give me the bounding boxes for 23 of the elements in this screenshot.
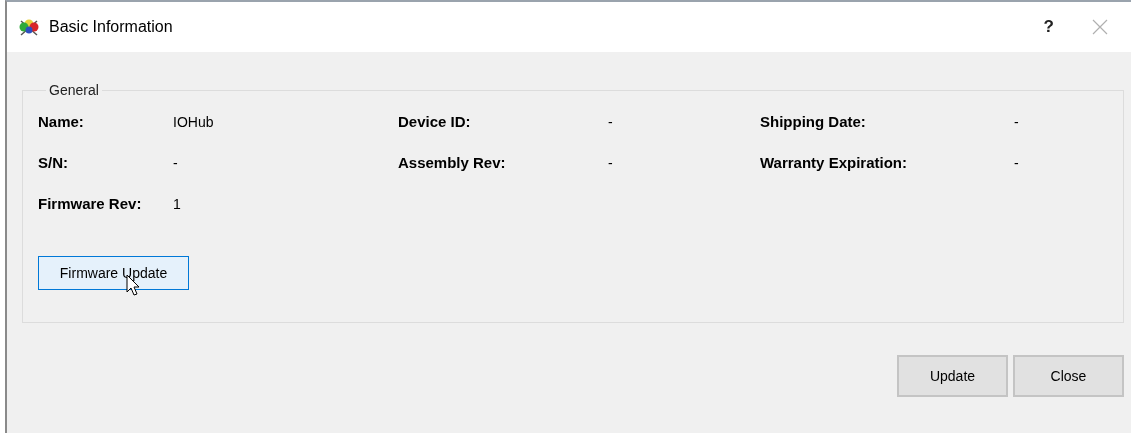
field-label: Device ID: (398, 112, 472, 132)
field-value: - (608, 154, 614, 173)
field-value: - (1014, 113, 1020, 132)
close-icon (1092, 19, 1108, 35)
field-label: Firmware Rev: (38, 194, 143, 214)
field-value: - (1014, 154, 1020, 173)
field-value: - (608, 113, 614, 132)
firmware-update-button[interactable]: Firmware Update (38, 256, 189, 290)
field-label: Shipping Date: (760, 112, 867, 132)
color-balls-icon (18, 18, 40, 36)
field-value: - (173, 154, 179, 173)
field-value: IOHub (173, 113, 215, 132)
field-value: 1 (173, 195, 182, 214)
field-label: Assembly Rev: (398, 153, 507, 173)
window-title: Basic Information (49, 18, 174, 36)
close-button[interactable] (1092, 19, 1108, 35)
help-button[interactable]: ? (1043, 17, 1054, 37)
dialog-button[interactable]: Update (897, 355, 1008, 397)
field-label: Name: (38, 112, 85, 132)
dialog-button[interactable]: Close (1013, 355, 1124, 397)
field-label: Warranty Expiration: (760, 153, 908, 173)
group-title: General (48, 82, 100, 98)
field-label: S/N: (38, 153, 69, 173)
